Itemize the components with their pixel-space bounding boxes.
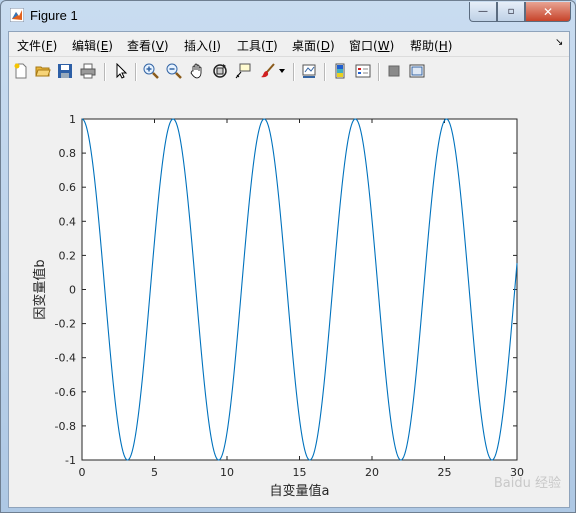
axes-area (81, 118, 518, 461)
close-button[interactable]: ✕ (525, 2, 571, 22)
y-tick-label: 0.8 (59, 147, 77, 160)
menu-desktop[interactable]: 桌面(D) (292, 37, 335, 54)
x-tick-label: 25 (438, 466, 452, 479)
menu-help[interactable]: 帮助(H) (410, 37, 452, 54)
watermark-text: Baidu 经验 (494, 475, 561, 491)
y-tick-label: -0.8 (55, 420, 76, 433)
y-tick-label: 1 (69, 113, 76, 126)
x-tick-label: 5 (151, 466, 158, 479)
x-tick-label: 15 (293, 466, 307, 479)
link-plot-icon[interactable] (300, 62, 318, 80)
y-tick-label: -1 (65, 454, 76, 467)
rotate-3d-icon[interactable] (211, 62, 229, 80)
figure-canvas[interactable]: 0 5 10 15 20 25 30 -1 -0.8 -0.6 -0.4 -0.2 0 0.2 0.4 0.6… (9, 85, 569, 507)
y-tick-label: 0.4 (59, 215, 77, 228)
zoom-out-icon[interactable] (165, 62, 183, 80)
y-tick-label: 0 (69, 284, 76, 297)
x-tick-label: 20 (365, 466, 379, 479)
caption-buttons: — ▫ ✕ (469, 2, 571, 22)
window-title: Figure 1 (30, 8, 78, 23)
menu-window[interactable]: 窗口(W) (349, 37, 394, 54)
y-tick-label: -0.4 (55, 352, 76, 365)
colorbar-icon[interactable] (331, 62, 349, 80)
title-bar[interactable]: Figure 1 — ▫ ✕ (1, 1, 575, 31)
menu-file[interactable]: 文件(F) (17, 37, 57, 54)
print-icon[interactable] (79, 62, 97, 80)
brush-icon[interactable] (259, 62, 277, 80)
menu-dock-arrow-icon[interactable]: ↘ (555, 37, 563, 48)
menu-insert[interactable]: 插入(I) (184, 37, 221, 54)
minimize-button[interactable]: — (469, 2, 497, 22)
menu-bar: 文件(F) 编辑(E) 查看(V) 插入(I) 工具(T) 桌面(D) 窗口(W… (9, 32, 569, 56)
menu-edit[interactable]: 编辑(E) (72, 37, 113, 54)
maximize-button[interactable]: ▫ (497, 2, 525, 22)
y-tick-label: -0.6 (55, 386, 76, 399)
plot-svg: 0 5 10 15 20 25 30-1-0.8-0.6-0.4-0.200.20.40.6… (32, 113, 561, 499)
toolbar-separator (378, 63, 380, 81)
toolbar-separator (104, 63, 106, 81)
figure-client: 文件(F) 编辑(E) 查看(V) 插入(I) 工具(T) 桌面(D) 窗口(W… (8, 31, 570, 508)
figure-toolbar (9, 56, 569, 86)
matlab-icon (10, 8, 24, 22)
brush-dropdown-icon[interactable] (277, 62, 287, 80)
hide-plot-tools-icon[interactable] (385, 62, 403, 80)
menu-tools[interactable]: 工具(T) (237, 37, 278, 54)
save-icon[interactable] (56, 62, 74, 80)
x-axis-label: 自变量值a (270, 483, 330, 499)
y-tick-label: 0.2 (59, 249, 77, 262)
data-cursor-icon[interactable] (234, 62, 252, 80)
zoom-in-icon[interactable] (142, 62, 160, 80)
menu-view[interactable]: 查看(V) (127, 37, 169, 54)
legend-icon[interactable] (354, 62, 372, 80)
toolbar-separator (135, 63, 137, 81)
pan-hand-icon[interactable] (188, 62, 206, 80)
open-file-icon[interactable] (34, 62, 52, 80)
y-tick-label: -0.2 (55, 318, 76, 331)
figure-window: Figure 1 — ▫ ✕ 文件(F) 编辑(E) 查看(V) 插入(I) 工… (0, 0, 576, 513)
new-figure-icon[interactable] (12, 62, 30, 80)
x-tick-label: 10 (220, 466, 234, 479)
y-tick-label: 0.6 (59, 181, 77, 194)
pointer-icon[interactable] (112, 62, 130, 80)
x-tick-label: 0 (79, 466, 86, 479)
toolbar-separator (324, 63, 326, 81)
toolbar-separator (293, 63, 295, 81)
show-plot-tools-icon[interactable] (408, 62, 426, 80)
y-axis-label: 因变量值b (32, 259, 48, 319)
